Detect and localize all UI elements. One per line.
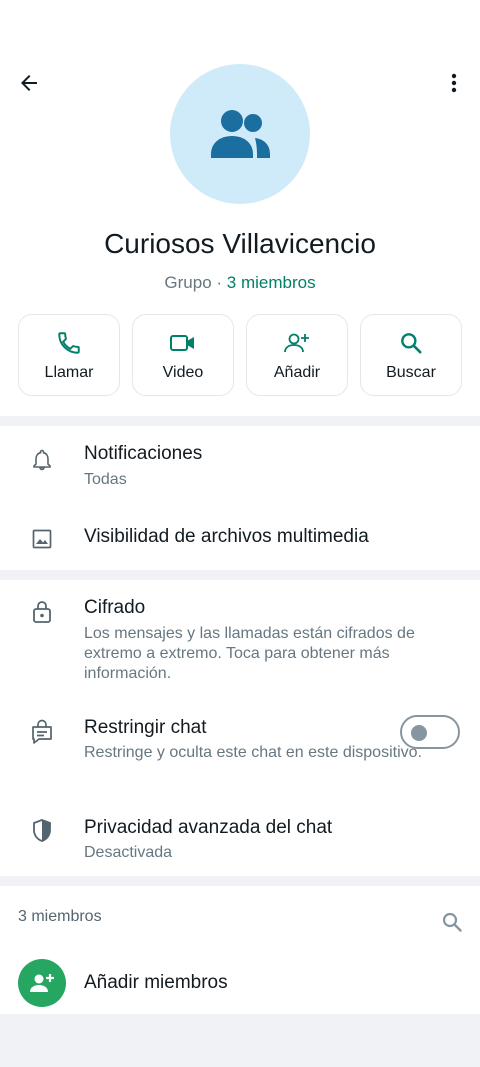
members-search-button[interactable] [438,908,466,936]
add-person-icon [284,333,309,353]
search-button[interactable]: Buscar [360,314,462,396]
lock-icon [33,601,51,623]
notifications-row[interactable]: Notificaciones Todas [0,426,480,508]
media-visibility-title: Visibilidad de archivos multimedia [84,526,369,547]
group-header: Curiosos Villavicencio Grupo · 3 miembro… [0,0,480,416]
group-avatar[interactable] [170,64,310,204]
advanced-privacy-row[interactable]: Privacidad avanzada del chat Desactivada [0,800,480,876]
add-members-label[interactable]: Añadir miembros [84,972,228,994]
notifications-value: Todas [84,471,127,488]
call-button[interactable]: Llamar [18,314,120,396]
video-icon [170,335,194,351]
subtitle-separator: · [211,273,227,292]
add-button[interactable]: Añadir [246,314,348,396]
notifications-title: Notificaciones [84,443,203,464]
add-label: Añadir [273,364,321,381]
call-label: Llamar [44,364,94,381]
group-icon [211,110,270,158]
toggle-knob [411,725,427,741]
group-type: Grupo [164,273,212,292]
group-name: Curiosos Villavicencio [104,228,376,259]
members-link[interactable]: 3 miembros [227,273,316,292]
media-visibility-row[interactable]: Visibilidad de archivos multimedia [0,510,480,570]
advanced-privacy-title: Privacidad avanzada del chat [84,817,333,838]
video-button[interactable]: Video [132,314,234,396]
search-icon [401,333,422,354]
add-person-icon [30,974,54,992]
bell-icon [33,449,51,471]
more-options-button[interactable] [440,68,468,98]
video-label: Video [162,364,204,381]
quick-actions: Llamar Video Añadir Buscar [18,314,462,398]
add-members-button[interactable] [18,959,66,1007]
search-label: Buscar [386,364,436,381]
members-count: 3 miembros [18,908,102,925]
encryption-title: Cifrado [84,597,146,618]
image-icon [32,529,52,549]
restrict-chat-toggle[interactable] [400,715,460,749]
locked-chat-icon [32,719,52,744]
back-button[interactable] [14,68,44,98]
restrict-chat-description: Restringe y oculta este chat en este dis… [84,744,422,761]
shield-icon [33,819,51,842]
encryption-row[interactable]: Cifrado Los mensajes y las llamadas está… [0,580,480,690]
notifications-section: Notificaciones Todas Visibilidad de arch… [0,426,480,570]
members-section [0,886,480,1014]
advanced-privacy-value: Desactivada [84,844,173,861]
search-icon [442,912,462,932]
arrow-left-icon [21,75,37,91]
restrict-chat-title: Restringir chat [84,717,207,738]
more-vertical-icon [451,73,457,93]
group-subtitle: Grupo · 3 miembros [0,273,480,293]
phone-icon [58,332,80,354]
encryption-description: Los mensajes y las llamadas están cifrad… [84,625,415,682]
